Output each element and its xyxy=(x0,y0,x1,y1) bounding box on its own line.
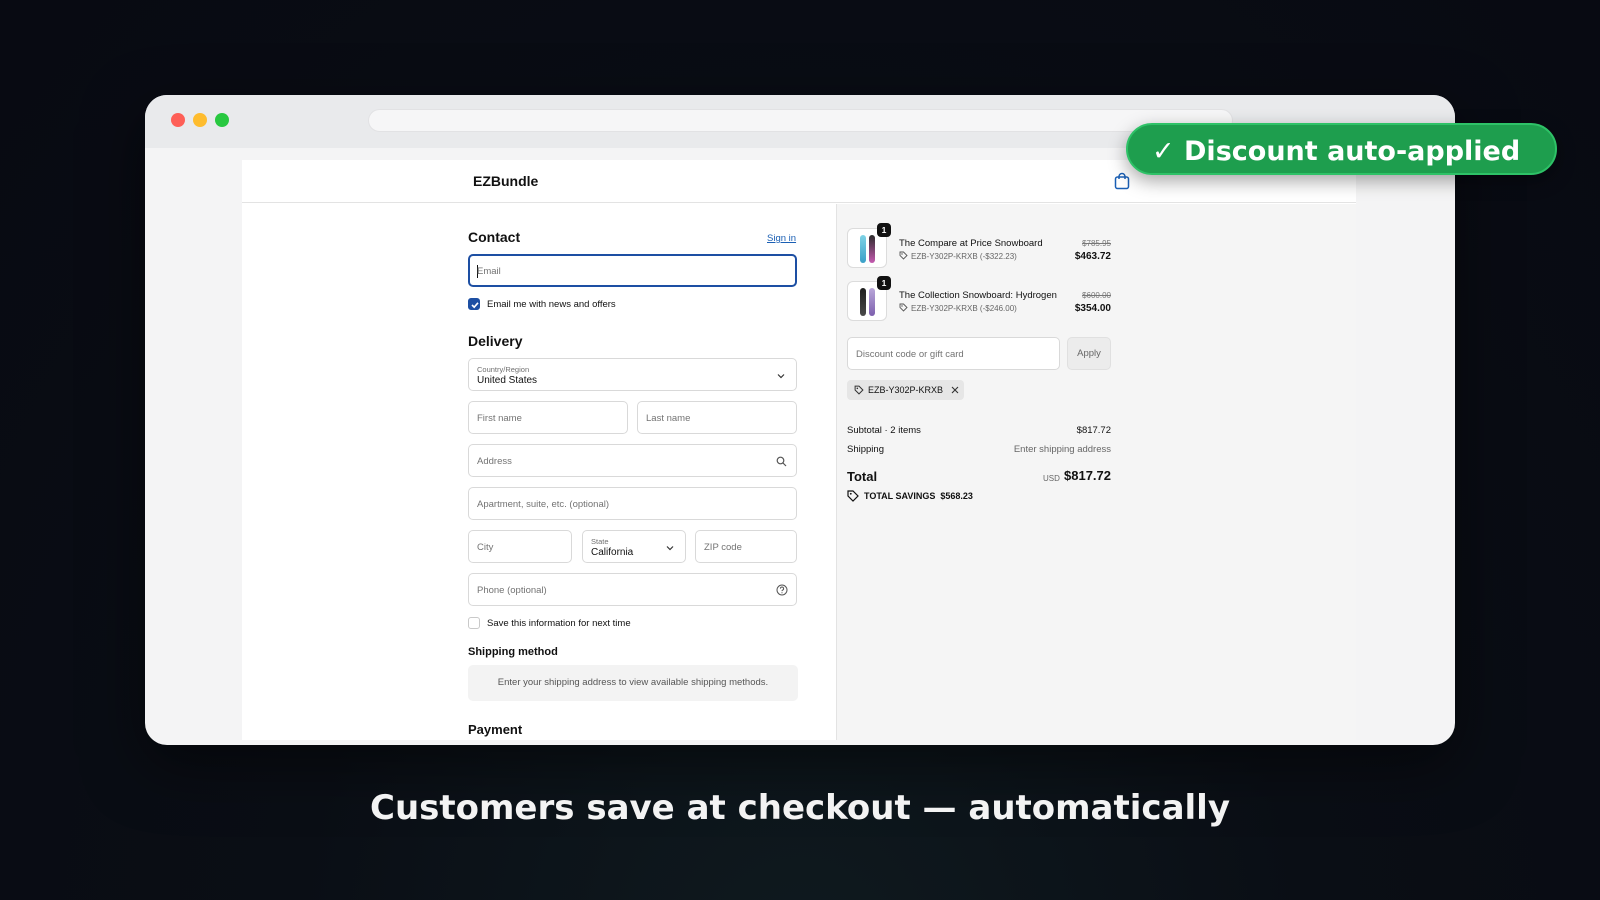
shipping-method-title: Shipping method xyxy=(468,646,558,658)
savings-tag-icon xyxy=(847,490,859,502)
cart-item: 1 The Compare at Price Snowboard EZB-Y30… xyxy=(847,223,1111,270)
snowboard-image xyxy=(860,235,866,263)
promo-caption: Customers save at checkout — automatical… xyxy=(370,788,1230,828)
product-thumbnail: 1 xyxy=(847,276,891,321)
country-value: United States xyxy=(477,375,538,386)
newsletter-label: Email me with news and offers xyxy=(487,299,616,310)
tag-icon xyxy=(899,251,908,260)
country-label: Country/Region xyxy=(477,365,530,374)
product-discount: EZB-Y302P-KRXB (-$246.00) xyxy=(911,304,1017,313)
shipping-method-notice: Enter your shipping address to view avai… xyxy=(468,665,798,701)
applied-discount-code: EZB-Y302P-KRXB xyxy=(868,385,944,395)
savings-label: TOTAL SAVINGS xyxy=(864,491,936,501)
original-price: $600.00 xyxy=(1082,291,1111,300)
tag-icon xyxy=(899,303,908,312)
snowboard-image xyxy=(869,288,875,316)
email-input[interactable]: Email xyxy=(468,254,797,287)
help-icon[interactable] xyxy=(776,584,788,596)
phone-placeholder: Phone (optional) xyxy=(477,585,547,596)
product-discount: EZB-Y302P-KRXB (-$322.23) xyxy=(911,252,1017,261)
save-info-label: Save this information for next time xyxy=(487,618,631,629)
newsletter-checkbox[interactable] xyxy=(468,298,480,310)
snowboard-image xyxy=(860,288,866,316)
discounted-price: $463.72 xyxy=(1074,251,1111,262)
contact-title: Contact xyxy=(468,229,521,245)
chevron-down-icon xyxy=(777,374,785,379)
cart-item: 1 The Collection Snowboard: Hydrogen EZB… xyxy=(847,276,1111,323)
shipping-value: Enter shipping address xyxy=(1013,444,1111,455)
product-thumbnail: 1 xyxy=(847,223,891,268)
checkmark-icon xyxy=(471,302,479,309)
last-name-placeholder: Last name xyxy=(646,413,691,424)
shipping-label: Shipping xyxy=(847,444,884,455)
address-placeholder: Address xyxy=(477,456,512,467)
state-value: California xyxy=(591,547,634,558)
sign-in-link[interactable]: Sign in xyxy=(767,233,796,244)
order-summary: 1 The Compare at Price Snowboard EZB-Y30… xyxy=(836,204,1356,740)
browser-window: EZBundle Contact Sign in Email Email me … xyxy=(145,95,1455,745)
close-window-button[interactable] xyxy=(171,113,185,127)
email-placeholder: Email xyxy=(477,266,501,277)
store-logo[interactable]: EZBundle xyxy=(473,173,538,189)
delivery-title: Delivery xyxy=(468,333,523,349)
phone-input[interactable]: Phone (optional) xyxy=(468,573,797,606)
address-bar[interactable] xyxy=(368,109,1233,132)
quantity-badge: 1 xyxy=(877,223,891,237)
tag-icon xyxy=(854,385,864,395)
discounted-price: $354.00 xyxy=(1074,303,1111,314)
subtotal-value: $817.72 xyxy=(1076,425,1111,436)
chevron-down-icon xyxy=(666,546,674,551)
discount-code-placeholder: Discount code or gift card xyxy=(856,349,964,360)
shipping-method-message: Enter your shipping address to view avai… xyxy=(497,677,769,688)
apartment-placeholder: Apartment, suite, etc. (optional) xyxy=(477,499,610,510)
address-input[interactable]: Address xyxy=(468,444,797,477)
payment-title: Payment xyxy=(468,722,523,737)
checkout-form: Contact Sign in Email Email me with news… xyxy=(242,204,836,740)
apply-button[interactable]: Apply xyxy=(1067,337,1111,370)
country-select[interactable]: Country/Region United States xyxy=(468,358,797,391)
total-value: $817.72 xyxy=(1064,468,1111,483)
quantity-badge: 1 xyxy=(877,276,891,290)
minimize-window-button[interactable] xyxy=(193,113,207,127)
snowboard-image xyxy=(869,235,875,263)
checkout-page: EZBundle Contact Sign in Email Email me … xyxy=(242,160,1356,740)
state-select[interactable]: State California xyxy=(582,530,686,563)
badge-text: ✓ Discount auto-applied xyxy=(1152,136,1521,167)
save-info-checkbox[interactable] xyxy=(468,617,480,629)
city-input[interactable]: City xyxy=(468,530,572,563)
savings-value: $568.23 xyxy=(940,491,973,501)
first-name-input[interactable]: First name xyxy=(468,401,628,434)
state-label: State xyxy=(591,537,609,546)
remove-discount-icon[interactable] xyxy=(951,386,959,394)
zip-placeholder: ZIP code xyxy=(704,542,742,553)
last-name-input[interactable]: Last name xyxy=(637,401,797,434)
original-price: $785.95 xyxy=(1082,239,1111,248)
search-icon xyxy=(776,456,787,467)
subtotal-label: Subtotal · 2 items xyxy=(847,425,921,436)
product-name: The Compare at Price Snowboard xyxy=(899,238,1043,249)
apartment-input[interactable]: Apartment, suite, etc. (optional) xyxy=(468,487,797,520)
maximize-window-button[interactable] xyxy=(215,113,229,127)
total-label: Total xyxy=(847,469,878,484)
applied-discount-chip: EZB-Y302P-KRXB xyxy=(847,380,964,400)
shopping-bag-icon[interactable] xyxy=(1114,172,1130,190)
discount-applied-badge: ✓ Discount auto-applied xyxy=(1126,123,1557,175)
zip-input[interactable]: ZIP code xyxy=(695,530,797,563)
discount-code-input[interactable]: Discount code or gift card xyxy=(847,337,1060,370)
city-placeholder: City xyxy=(477,542,494,553)
total-savings: TOTAL SAVINGS $568.23 xyxy=(864,491,973,501)
first-name-placeholder: First name xyxy=(477,413,522,424)
